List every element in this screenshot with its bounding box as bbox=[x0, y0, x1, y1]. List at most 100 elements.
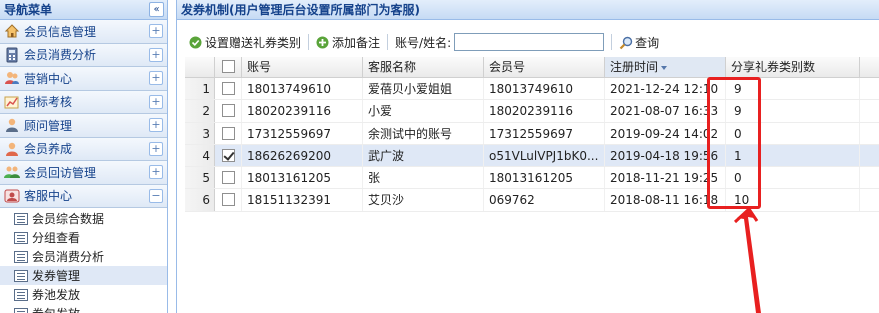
collapse-sidebar-button[interactable]: « bbox=[149, 2, 164, 17]
cell-member-id: 18013161205 bbox=[484, 167, 605, 189]
row-select-cell[interactable] bbox=[215, 167, 242, 189]
list-icon bbox=[14, 231, 28, 244]
sidebar-section-consultant[interactable]: 顾问管理 + bbox=[0, 114, 167, 138]
table-row[interactable]: 4 18626269200 武广波 o51VLulVPJ1bK0... 2019-04-… bbox=[185, 144, 879, 168]
cell-agent-name: 武广波 bbox=[363, 144, 484, 167]
row-select-cell[interactable] bbox=[215, 189, 242, 211]
cell-account: 18626269200 bbox=[242, 144, 363, 167]
sort-desc-icon bbox=[661, 65, 668, 70]
cell-member-id: o51VLulVPJ1bK0... bbox=[484, 144, 605, 167]
row-checkbox[interactable] bbox=[221, 193, 235, 207]
sidebar-item-label: 分组查看 bbox=[32, 231, 81, 245]
sidebar-section-marketing[interactable]: 营销中心 + bbox=[0, 67, 167, 91]
row-select-cell[interactable] bbox=[215, 78, 242, 100]
search-input[interactable] bbox=[454, 33, 605, 51]
sidebar-item-consumption-analysis[interactable]: 会员消费分析 bbox=[0, 247, 167, 266]
column-header-member-id[interactable]: 会员号 bbox=[484, 57, 605, 77]
select-all-checkbox[interactable] bbox=[221, 60, 235, 73]
cell-agent-name: 余测试中的账号 bbox=[363, 122, 484, 144]
expand-icon[interactable]: + bbox=[149, 71, 163, 85]
search-field-group: 账号/姓名: bbox=[391, 32, 608, 52]
row-number: 2 bbox=[185, 100, 215, 122]
sidebar-item-member-overview[interactable]: 会员综合数据 bbox=[0, 209, 167, 228]
query-label: 查询 bbox=[635, 35, 660, 50]
search-icon bbox=[619, 36, 633, 49]
set-coupon-category-label: 设置赠送礼券类别 bbox=[205, 35, 302, 50]
sidebar-section-consumption[interactable]: 会员消费分析 + bbox=[0, 43, 167, 67]
expand-icon[interactable]: + bbox=[149, 94, 163, 109]
row-checkbox[interactable] bbox=[221, 171, 235, 185]
sidebar-section-label: 会员信息管理 bbox=[24, 24, 97, 39]
grid-body: 1 18013749610 爱蓓贝小爱姐姐 18013749610 2021-12-24… bbox=[185, 78, 879, 212]
sidebar-item-label: 发券管理 bbox=[32, 269, 81, 283]
cell-agent-name: 艾贝沙 bbox=[363, 189, 484, 211]
cell-member-id: 17312559697 bbox=[484, 122, 605, 144]
arrow-annotation-icon bbox=[733, 208, 761, 313]
table-row[interactable]: 5 18013161205 张 18013161205 2018-11-21 19:25… bbox=[185, 167, 879, 190]
expand-icon[interactable]: + bbox=[149, 24, 163, 38]
sidebar-section-customer-service[interactable]: 客服中心 − bbox=[0, 184, 167, 208]
row-checkbox[interactable] bbox=[221, 82, 235, 95]
sidebar-section-member-info[interactable]: 会员信息管理 + bbox=[0, 20, 167, 44]
expand-icon[interactable]: + bbox=[149, 47, 163, 62]
cell-agent-name: 小爱 bbox=[363, 100, 484, 122]
row-select-cell[interactable] bbox=[215, 122, 242, 144]
query-button[interactable]: 查询 bbox=[615, 32, 663, 52]
row-select-cell[interactable] bbox=[215, 100, 242, 122]
column-header-coupon-count[interactable]: 分享礼券类别数 bbox=[726, 57, 860, 77]
column-header-account[interactable]: 账号 bbox=[242, 57, 363, 77]
group-icon bbox=[4, 164, 20, 180]
users-icon bbox=[4, 70, 20, 86]
list-icon bbox=[14, 269, 28, 282]
set-coupon-category-button[interactable]: 设置赠送礼券类别 bbox=[185, 32, 305, 52]
expand-icon[interactable]: + bbox=[149, 118, 163, 132]
list-icon bbox=[14, 212, 28, 225]
expand-icon[interactable]: + bbox=[149, 165, 163, 179]
select-all-header[interactable] bbox=[215, 57, 242, 77]
column-header-register-time[interactable]: 注册时间 bbox=[605, 57, 726, 77]
row-number: 5 bbox=[185, 167, 215, 189]
page-title: 发券机制(用户管理后台设置所属部门为客服) bbox=[177, 0, 879, 20]
sidebar-item-coupon-management[interactable]: 发券管理 bbox=[0, 266, 167, 285]
sidebar-section-member-growth[interactable]: 会员养成 + bbox=[0, 137, 167, 161]
sidebar-section-label: 营销中心 bbox=[24, 71, 73, 86]
cell-account: 18020239116 bbox=[242, 100, 363, 122]
sidebar-item-label: 券池发放 bbox=[32, 288, 81, 302]
cell-agent-name: 张 bbox=[363, 167, 484, 189]
toolbar-divider bbox=[387, 34, 389, 50]
sidebar-item-coupon-pool[interactable]: 券池发放 bbox=[0, 285, 167, 304]
cell-member-id: 18013749610 bbox=[484, 78, 605, 100]
row-checkbox[interactable] bbox=[221, 148, 235, 162]
collapse-icon[interactable]: − bbox=[149, 188, 163, 203]
toolbar: 设置赠送礼券类别 添加备注 账号/姓名: 查询 bbox=[185, 31, 663, 53]
sidebar-item-coupon-pack[interactable]: 券包发放 bbox=[0, 304, 167, 313]
table-row[interactable]: 1 18013749610 爱蓓贝小爱姐姐 18013749610 2021-12-24… bbox=[185, 78, 879, 101]
customer-service-submenu: 会员综合数据 分组查看 会员消费分析 发券管理 券池发放 券包发放 bbox=[0, 208, 167, 313]
main-panel: 发券机制(用户管理后台设置所属部门为客服) 设置赠送礼券类别 添加备注 账号/姓… bbox=[176, 0, 879, 313]
row-select-cell[interactable] bbox=[215, 144, 242, 167]
sidebar-section-revisit[interactable]: 会员回访管理 + bbox=[0, 161, 167, 185]
sidebar-section-label: 会员回访管理 bbox=[24, 165, 97, 180]
list-icon bbox=[14, 250, 28, 263]
row-number: 4 bbox=[185, 144, 215, 167]
sidebar-section-kpi[interactable]: 指标考核 + bbox=[0, 90, 167, 114]
row-checkbox[interactable] bbox=[221, 104, 235, 118]
table-row[interactable]: 3 17312559697 余测试中的账号 17312559697 2019-09-24… bbox=[185, 122, 879, 145]
sidebar-section-label: 客服中心 bbox=[24, 189, 73, 204]
sidebar-item-group-view[interactable]: 分组查看 bbox=[0, 228, 167, 247]
register-time-label: 注册时间 bbox=[610, 60, 659, 74]
sidebar-item-label: 会员综合数据 bbox=[32, 212, 105, 226]
expand-icon[interactable]: + bbox=[149, 141, 163, 156]
table-row[interactable]: 2 18020239116 小爱 18020239116 2021-08-07 16:3… bbox=[185, 100, 879, 123]
add-note-label: 添加备注 bbox=[332, 35, 381, 50]
cell-account: 18013749610 bbox=[242, 78, 363, 100]
column-header-agent-name[interactable]: 客服名称 bbox=[363, 57, 484, 77]
row-checkbox[interactable] bbox=[221, 126, 235, 140]
cell-member-id: 18020239116 bbox=[484, 100, 605, 122]
table-row[interactable]: 6 18151132391 艾贝沙 069762 2018-08-11 16:18 10 bbox=[185, 189, 879, 212]
add-note-button[interactable]: 添加备注 bbox=[312, 32, 384, 52]
highlight-annotation bbox=[707, 77, 761, 209]
add-icon bbox=[316, 36, 329, 49]
sidebar-section-label: 会员消费分析 bbox=[24, 48, 97, 63]
home-icon bbox=[4, 23, 20, 39]
